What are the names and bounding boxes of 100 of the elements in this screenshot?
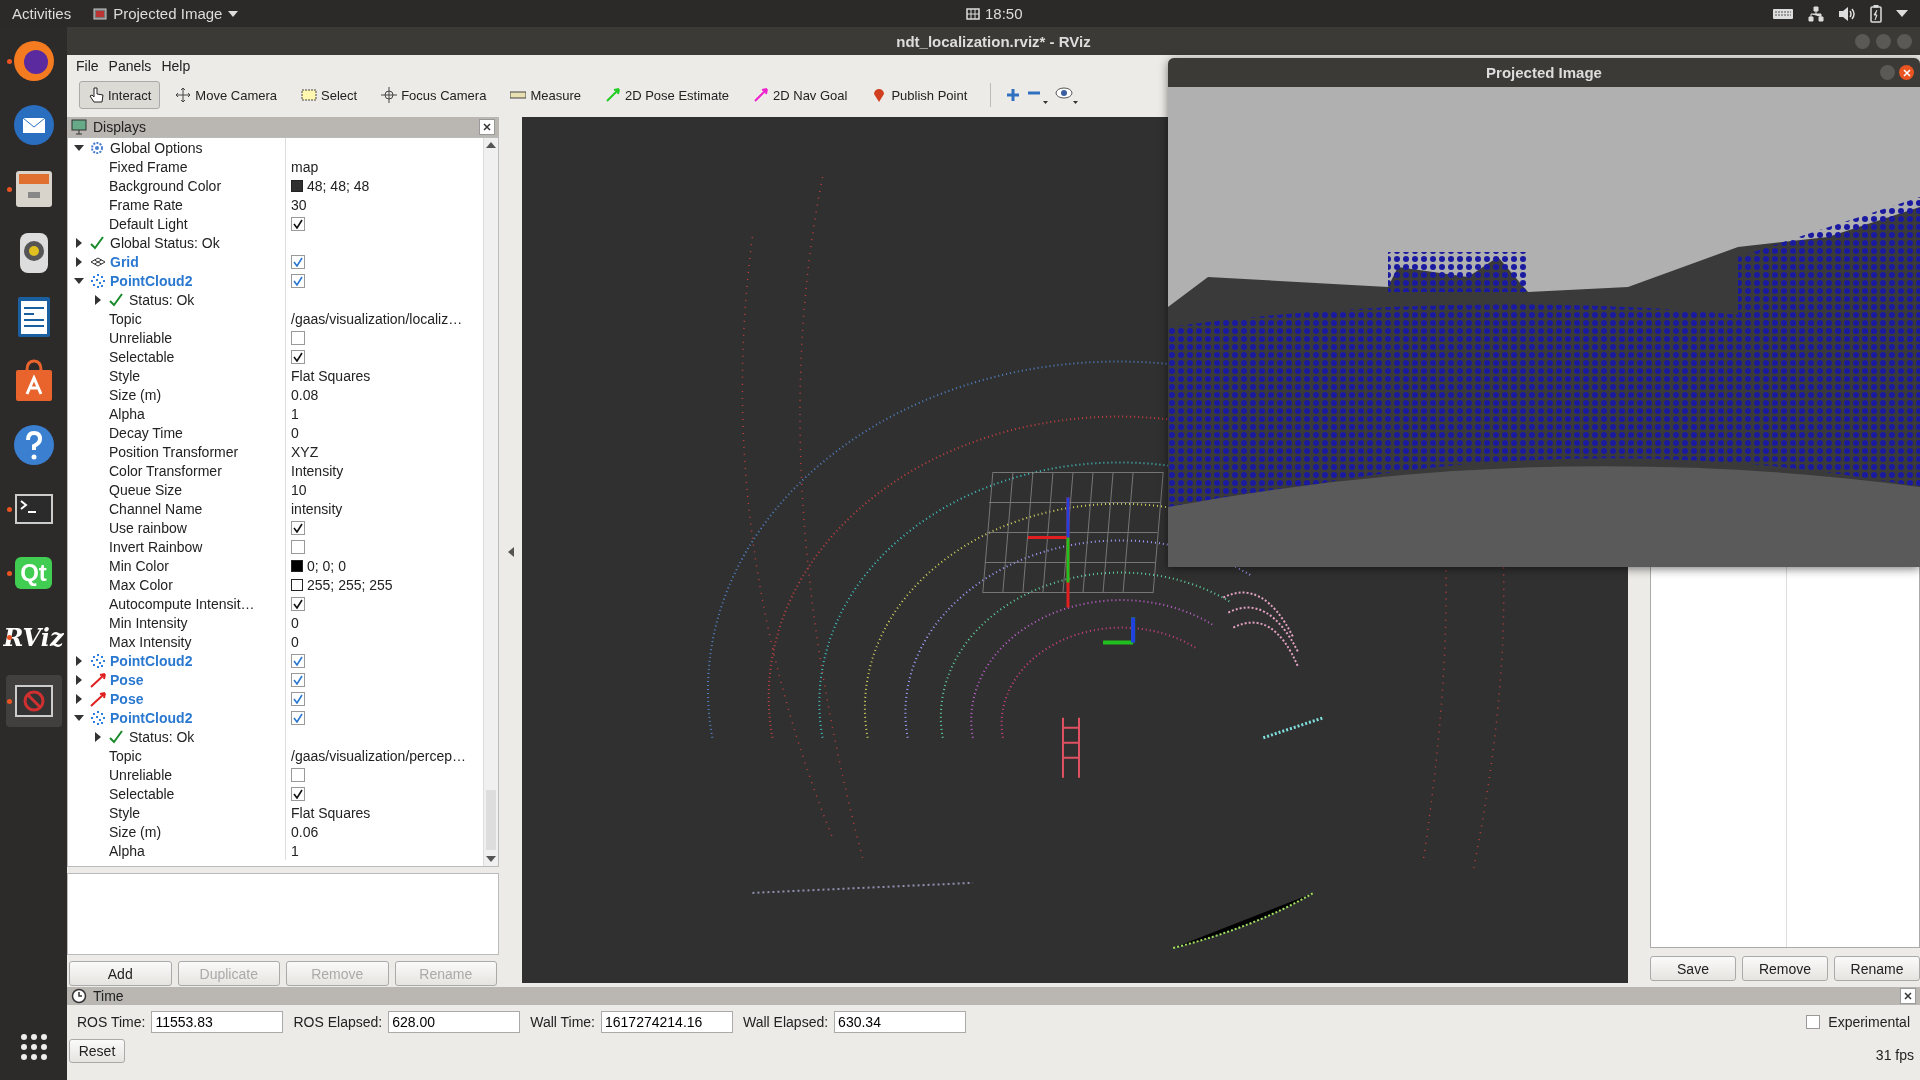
property-value[interactable]: 10 xyxy=(291,481,307,498)
close-button[interactable] xyxy=(479,119,495,135)
menu-item[interactable]: Panels xyxy=(103,58,157,74)
property-value[interactable]: 30 xyxy=(291,196,307,213)
checkbox[interactable] xyxy=(291,330,305,345)
checkbox[interactable] xyxy=(291,273,305,288)
property-name: Size (m) xyxy=(109,823,162,840)
property-value[interactable]: Flat Squares xyxy=(291,804,371,821)
volume-icon[interactable] xyxy=(1838,5,1856,22)
time-field[interactable]: 628.00 xyxy=(388,1011,521,1033)
selection-rectangle-icon xyxy=(301,87,317,103)
time-field[interactable]: 1617274214.16 xyxy=(601,1011,733,1033)
monitor-icon xyxy=(71,119,87,135)
property-value[interactable]: 1 xyxy=(291,405,299,422)
property-value[interactable]: 255; 255; 255 xyxy=(307,576,393,593)
app-logo[interactable]: RViz xyxy=(3,622,64,652)
scrollbar[interactable] xyxy=(483,138,498,866)
move-arrows-icon xyxy=(175,87,192,103)
checkbox[interactable] xyxy=(291,520,305,535)
expand-arrow-icon[interactable] xyxy=(74,693,84,704)
property-value[interactable]: /gaas/visualization/localiz… xyxy=(291,310,463,327)
property-value[interactable]: map xyxy=(291,158,319,175)
panel-button[interactable]: Add xyxy=(69,961,172,986)
property-value[interactable]: 0.08 xyxy=(291,386,319,403)
property-value[interactable]: Flat Squares xyxy=(291,367,371,384)
clock-time: 18:50 xyxy=(985,5,1023,22)
app-grid-icon[interactable] xyxy=(18,1032,49,1062)
clock[interactable]: 18:50 xyxy=(966,5,1023,22)
expand-arrow-icon[interactable] xyxy=(93,731,103,742)
activities-button[interactable]: Activities xyxy=(12,5,72,22)
menu-item[interactable]: Help xyxy=(156,58,196,74)
tool-button[interactable]: Focus Camera xyxy=(372,81,496,109)
checkbox[interactable] xyxy=(291,539,305,554)
arrow-icon xyxy=(604,87,621,103)
views-button[interactable]: Save xyxy=(1650,956,1736,981)
property-value[interactable]: 0 xyxy=(291,614,299,631)
tool-button[interactable]: Select xyxy=(292,81,367,109)
checkbox[interactable] xyxy=(291,672,305,687)
color-swatch[interactable] xyxy=(291,559,303,572)
expand-arrow-icon[interactable] xyxy=(74,237,84,248)
color-swatch[interactable] xyxy=(291,179,303,192)
checkbox[interactable] xyxy=(291,653,305,668)
property-value[interactable]: Intensity xyxy=(291,462,344,479)
checkbox[interactable] xyxy=(291,216,305,231)
checkbox[interactable] xyxy=(291,710,305,725)
menu-item[interactable]: File xyxy=(71,58,104,74)
views-button[interactable]: Remove xyxy=(1742,956,1828,981)
field-label: Wall Time: xyxy=(530,1014,595,1030)
expand-arrow-icon[interactable] xyxy=(74,655,84,666)
reset-button[interactable]: Reset xyxy=(69,1039,125,1063)
property-value[interactable]: 0.06 xyxy=(291,823,319,840)
color-swatch[interactable] xyxy=(291,578,303,591)
checkbox[interactable] xyxy=(291,349,305,364)
time-field[interactable]: 11553.83 xyxy=(151,1011,284,1033)
tool-button[interactable]: Measure xyxy=(501,81,590,109)
expand-arrow-icon[interactable] xyxy=(74,674,84,685)
expand-arrow-icon[interactable] xyxy=(74,142,84,153)
property-value[interactable]: 0 xyxy=(291,633,299,650)
property-name: Color Transformer xyxy=(109,462,222,479)
checkbox[interactable] xyxy=(291,691,305,706)
expand-arrow-icon[interactable] xyxy=(74,256,84,267)
property-value[interactable]: 0; 0; 0 xyxy=(307,557,346,574)
property-value[interactable]: /gaas/visualization/percep… xyxy=(291,747,467,764)
property-name: PointCloud2 xyxy=(110,709,193,726)
expand-arrow-icon[interactable] xyxy=(74,275,84,286)
tool-button[interactable]: Move Camera xyxy=(166,81,286,109)
network-icon[interactable] xyxy=(1808,5,1824,22)
app-menu[interactable]: Projected Image xyxy=(93,5,239,22)
checkbox[interactable] xyxy=(291,254,305,269)
time-field[interactable]: 630.34 xyxy=(834,1011,967,1033)
add-tool-icon[interactable] xyxy=(1005,87,1022,103)
property-name: Use rainbow xyxy=(109,519,187,536)
expand-arrow-icon[interactable] xyxy=(93,294,103,305)
close-button[interactable] xyxy=(1899,65,1914,80)
tool-button[interactable]: Publish Point xyxy=(862,81,977,109)
property-value[interactable]: intensity xyxy=(291,500,343,517)
eye-icon[interactable] xyxy=(1055,85,1080,105)
views-button[interactable]: Rename xyxy=(1834,956,1920,981)
collapse-handle-icon[interactable] xyxy=(507,547,514,557)
expand-arrow-icon[interactable] xyxy=(74,712,84,723)
scroll-up-icon[interactable] xyxy=(486,142,496,148)
property-value[interactable]: 48; 48; 48 xyxy=(307,177,370,194)
caret-icon[interactable] xyxy=(1896,9,1908,18)
close-button[interactable] xyxy=(1900,988,1916,1004)
checkbox[interactable] xyxy=(1806,1015,1821,1029)
battery-icon[interactable] xyxy=(1870,4,1882,23)
tool-button[interactable]: Interact xyxy=(79,81,161,109)
property-value[interactable]: XYZ xyxy=(291,443,319,460)
property-name: Unreliable xyxy=(109,766,173,783)
tool-button[interactable]: 2D Nav Goal xyxy=(744,81,857,109)
tool-button[interactable]: 2D Pose Estimate xyxy=(595,81,738,109)
checkbox[interactable] xyxy=(291,786,305,801)
keyboard-icon[interactable] xyxy=(1772,7,1794,20)
scroll-down-icon[interactable] xyxy=(486,856,496,862)
checkbox[interactable] xyxy=(291,596,305,611)
property-value[interactable]: 0 xyxy=(291,424,299,441)
property-value[interactable]: 1 xyxy=(291,842,299,859)
check-mark-icon xyxy=(90,235,104,250)
property-name: Fixed Frame xyxy=(109,158,188,175)
checkbox[interactable] xyxy=(291,767,305,782)
